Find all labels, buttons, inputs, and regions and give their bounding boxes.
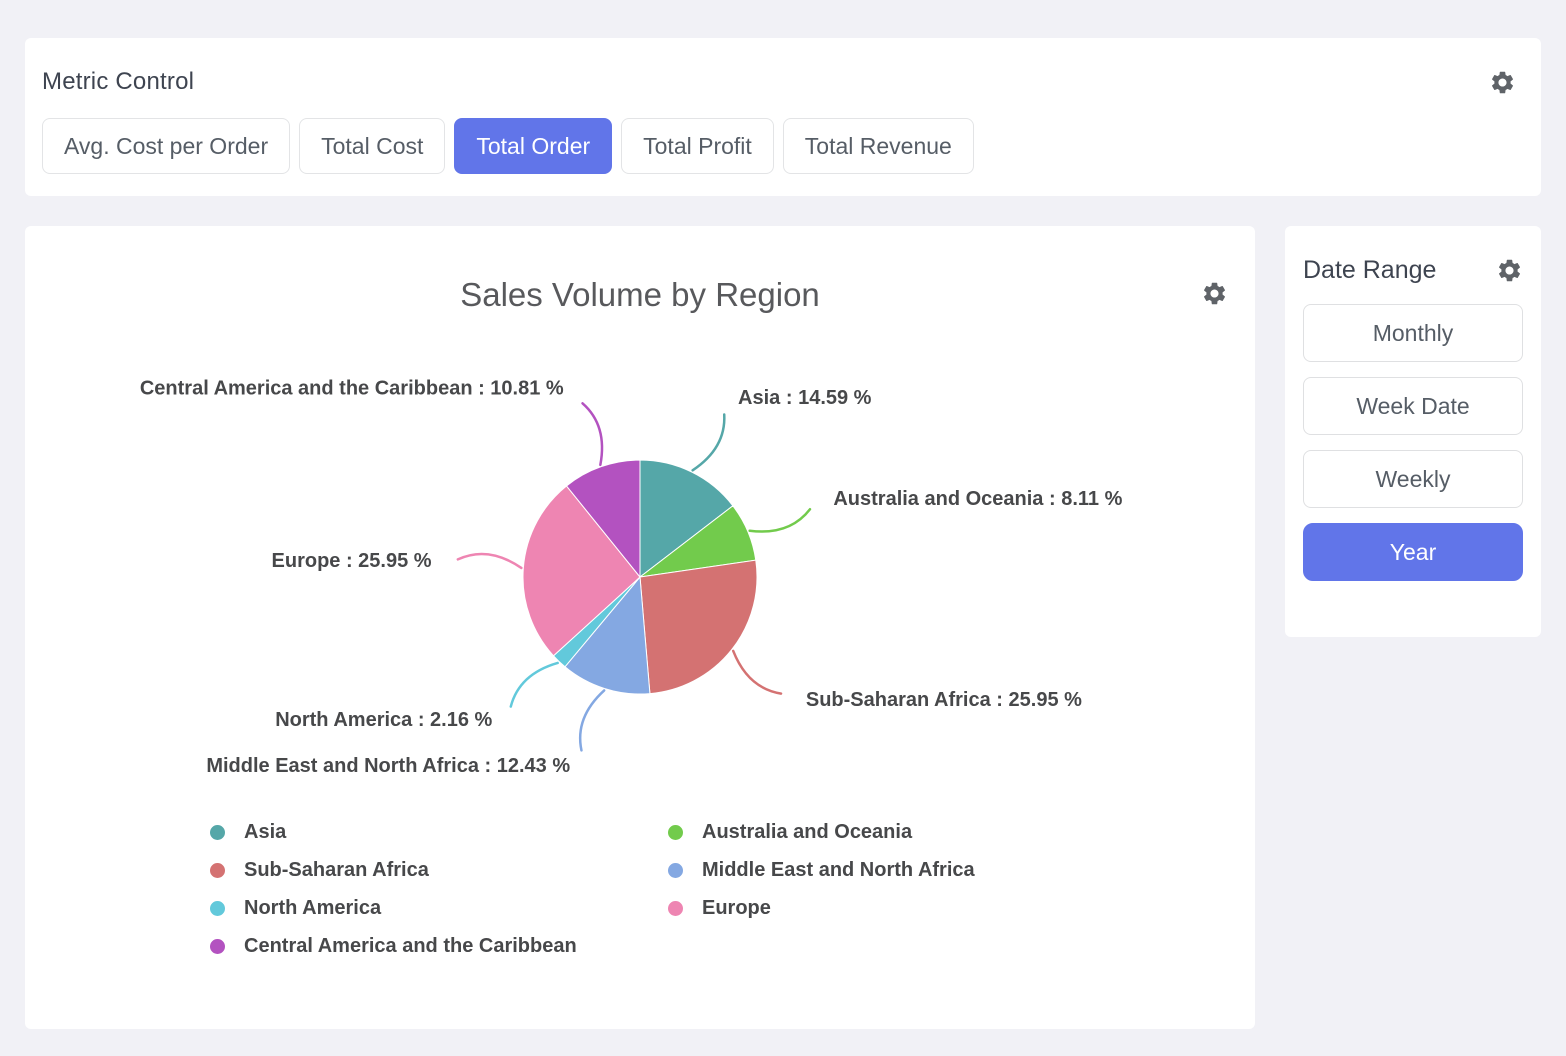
pie-slice-sub-saharan-africa[interactable] — [640, 560, 757, 693]
legend-label: Sub-Saharan Africa — [244, 859, 429, 882]
gear-icon — [1496, 257, 1523, 284]
metric-button-total-revenue[interactable]: Total Revenue — [783, 118, 974, 174]
date-range-panel: Date Range Monthly Week Date Weekly Year — [1285, 226, 1541, 637]
metric-control-title: Metric Control — [42, 68, 194, 96]
pie-chart: Asia : 14.59 % Australia and Oceania : 8.… — [25, 336, 1255, 796]
legend-label: North America — [244, 897, 381, 920]
gear-icon — [1201, 280, 1228, 307]
metric-button-total-order[interactable]: Total Order — [454, 118, 612, 174]
chart-legend: Asia Australia and Oceania Sub-Saharan Afr… — [25, 813, 1255, 965]
pie-label-asia: Asia : 14.59 % — [738, 387, 872, 409]
metric-button-total-cost[interactable]: Total Cost — [299, 118, 445, 174]
date-range-button-year[interactable]: Year — [1303, 523, 1523, 581]
legend-item-sub-saharan-africa[interactable]: Sub-Saharan Africa — [210, 851, 668, 889]
legend-label: Europe — [702, 897, 771, 920]
main-row: Sales Volume by Region Asia : 14.59 % Aus… — [25, 226, 1541, 1029]
chart-settings-button[interactable] — [1200, 279, 1228, 307]
pie-leader-line-sub-saharan-africa — [733, 651, 781, 694]
pie-leader-line-europe — [458, 554, 521, 568]
legend-item-australia-and-oceania[interactable]: Australia and Oceania — [668, 813, 975, 851]
pie-label-europe: Europe : 25.95 % — [272, 550, 432, 572]
legend-label: Asia — [244, 821, 286, 844]
legend-marker-sub-saharan-africa — [210, 863, 225, 878]
metric-button-row: Avg. Cost per Order Total Cost Total Ord… — [42, 118, 1516, 174]
gear-icon — [1489, 69, 1516, 96]
legend-marker-asia — [210, 825, 225, 840]
metric-control-panel: Metric Control Avg. Cost per Order Total… — [25, 38, 1541, 196]
legend-item-asia[interactable]: Asia — [210, 813, 668, 851]
legend-label: Middle East and North Africa — [702, 859, 975, 882]
legend-item-europe[interactable]: Europe — [668, 889, 975, 927]
legend-label: Australia and Oceania — [702, 821, 912, 844]
legend-item-middle-east-and-north-africa[interactable]: Middle East and North Africa — [668, 851, 975, 889]
chart-title: Sales Volume by Region — [25, 275, 1255, 315]
pie-label-australia-and-oceania: Australia and Oceania : 8.11 % — [833, 488, 1122, 510]
pie-leader-line-central-america-and-the-caribbean — [583, 403, 603, 465]
legend-marker-europe — [668, 901, 683, 916]
legend-item-north-america[interactable]: North America — [210, 889, 668, 927]
date-range-title: Date Range — [1303, 256, 1436, 285]
legend-marker-central-america-and-the-caribbean — [210, 939, 225, 954]
legend-marker-north-america — [210, 901, 225, 916]
metric-button-total-profit[interactable]: Total Profit — [621, 118, 774, 174]
sales-volume-chart-panel: Sales Volume by Region Asia : 14.59 % Aus… — [25, 226, 1255, 1029]
legend-marker-australia-and-oceania — [668, 825, 683, 840]
metric-button-avg-cost-per-order[interactable]: Avg. Cost per Order — [42, 118, 290, 174]
dashboard-page: Metric Control Avg. Cost per Order Total… — [0, 0, 1566, 1056]
date-range-button-weekly[interactable]: Weekly — [1303, 450, 1523, 508]
date-range-settings-button[interactable] — [1495, 257, 1523, 285]
date-range-button-week-date[interactable]: Week Date — [1303, 377, 1523, 435]
pie-label-central-america-and-the-caribbean: Central America and the Caribbean : 10.8… — [140, 378, 564, 400]
pie-label-middle-east-and-north-africa: Middle East and North Africa : 12.43 % — [206, 755, 570, 777]
pie-leader-line-asia — [693, 415, 725, 471]
pie-leader-line-australia-and-oceania — [750, 509, 810, 531]
date-range-button-list: Monthly Week Date Weekly Year — [1303, 304, 1523, 581]
metric-control-header: Metric Control — [42, 68, 1516, 96]
date-range-header: Date Range — [1303, 256, 1523, 285]
pie-label-sub-saharan-africa: Sub-Saharan Africa : 25.95 % — [806, 689, 1082, 711]
date-range-button-monthly[interactable]: Monthly — [1303, 304, 1523, 362]
pie-leader-line-north-america — [511, 663, 558, 707]
metric-settings-button[interactable] — [1488, 68, 1516, 96]
pie-leader-line-middle-east-and-north-africa — [580, 690, 604, 750]
pie-label-north-america: North America : 2.16 % — [275, 709, 492, 731]
legend-label: Central America and the Caribbean — [244, 935, 577, 958]
legend-item-central-america-and-the-caribbean[interactable]: Central America and the Caribbean — [210, 927, 668, 965]
legend-marker-middle-east-and-north-africa — [668, 863, 683, 878]
